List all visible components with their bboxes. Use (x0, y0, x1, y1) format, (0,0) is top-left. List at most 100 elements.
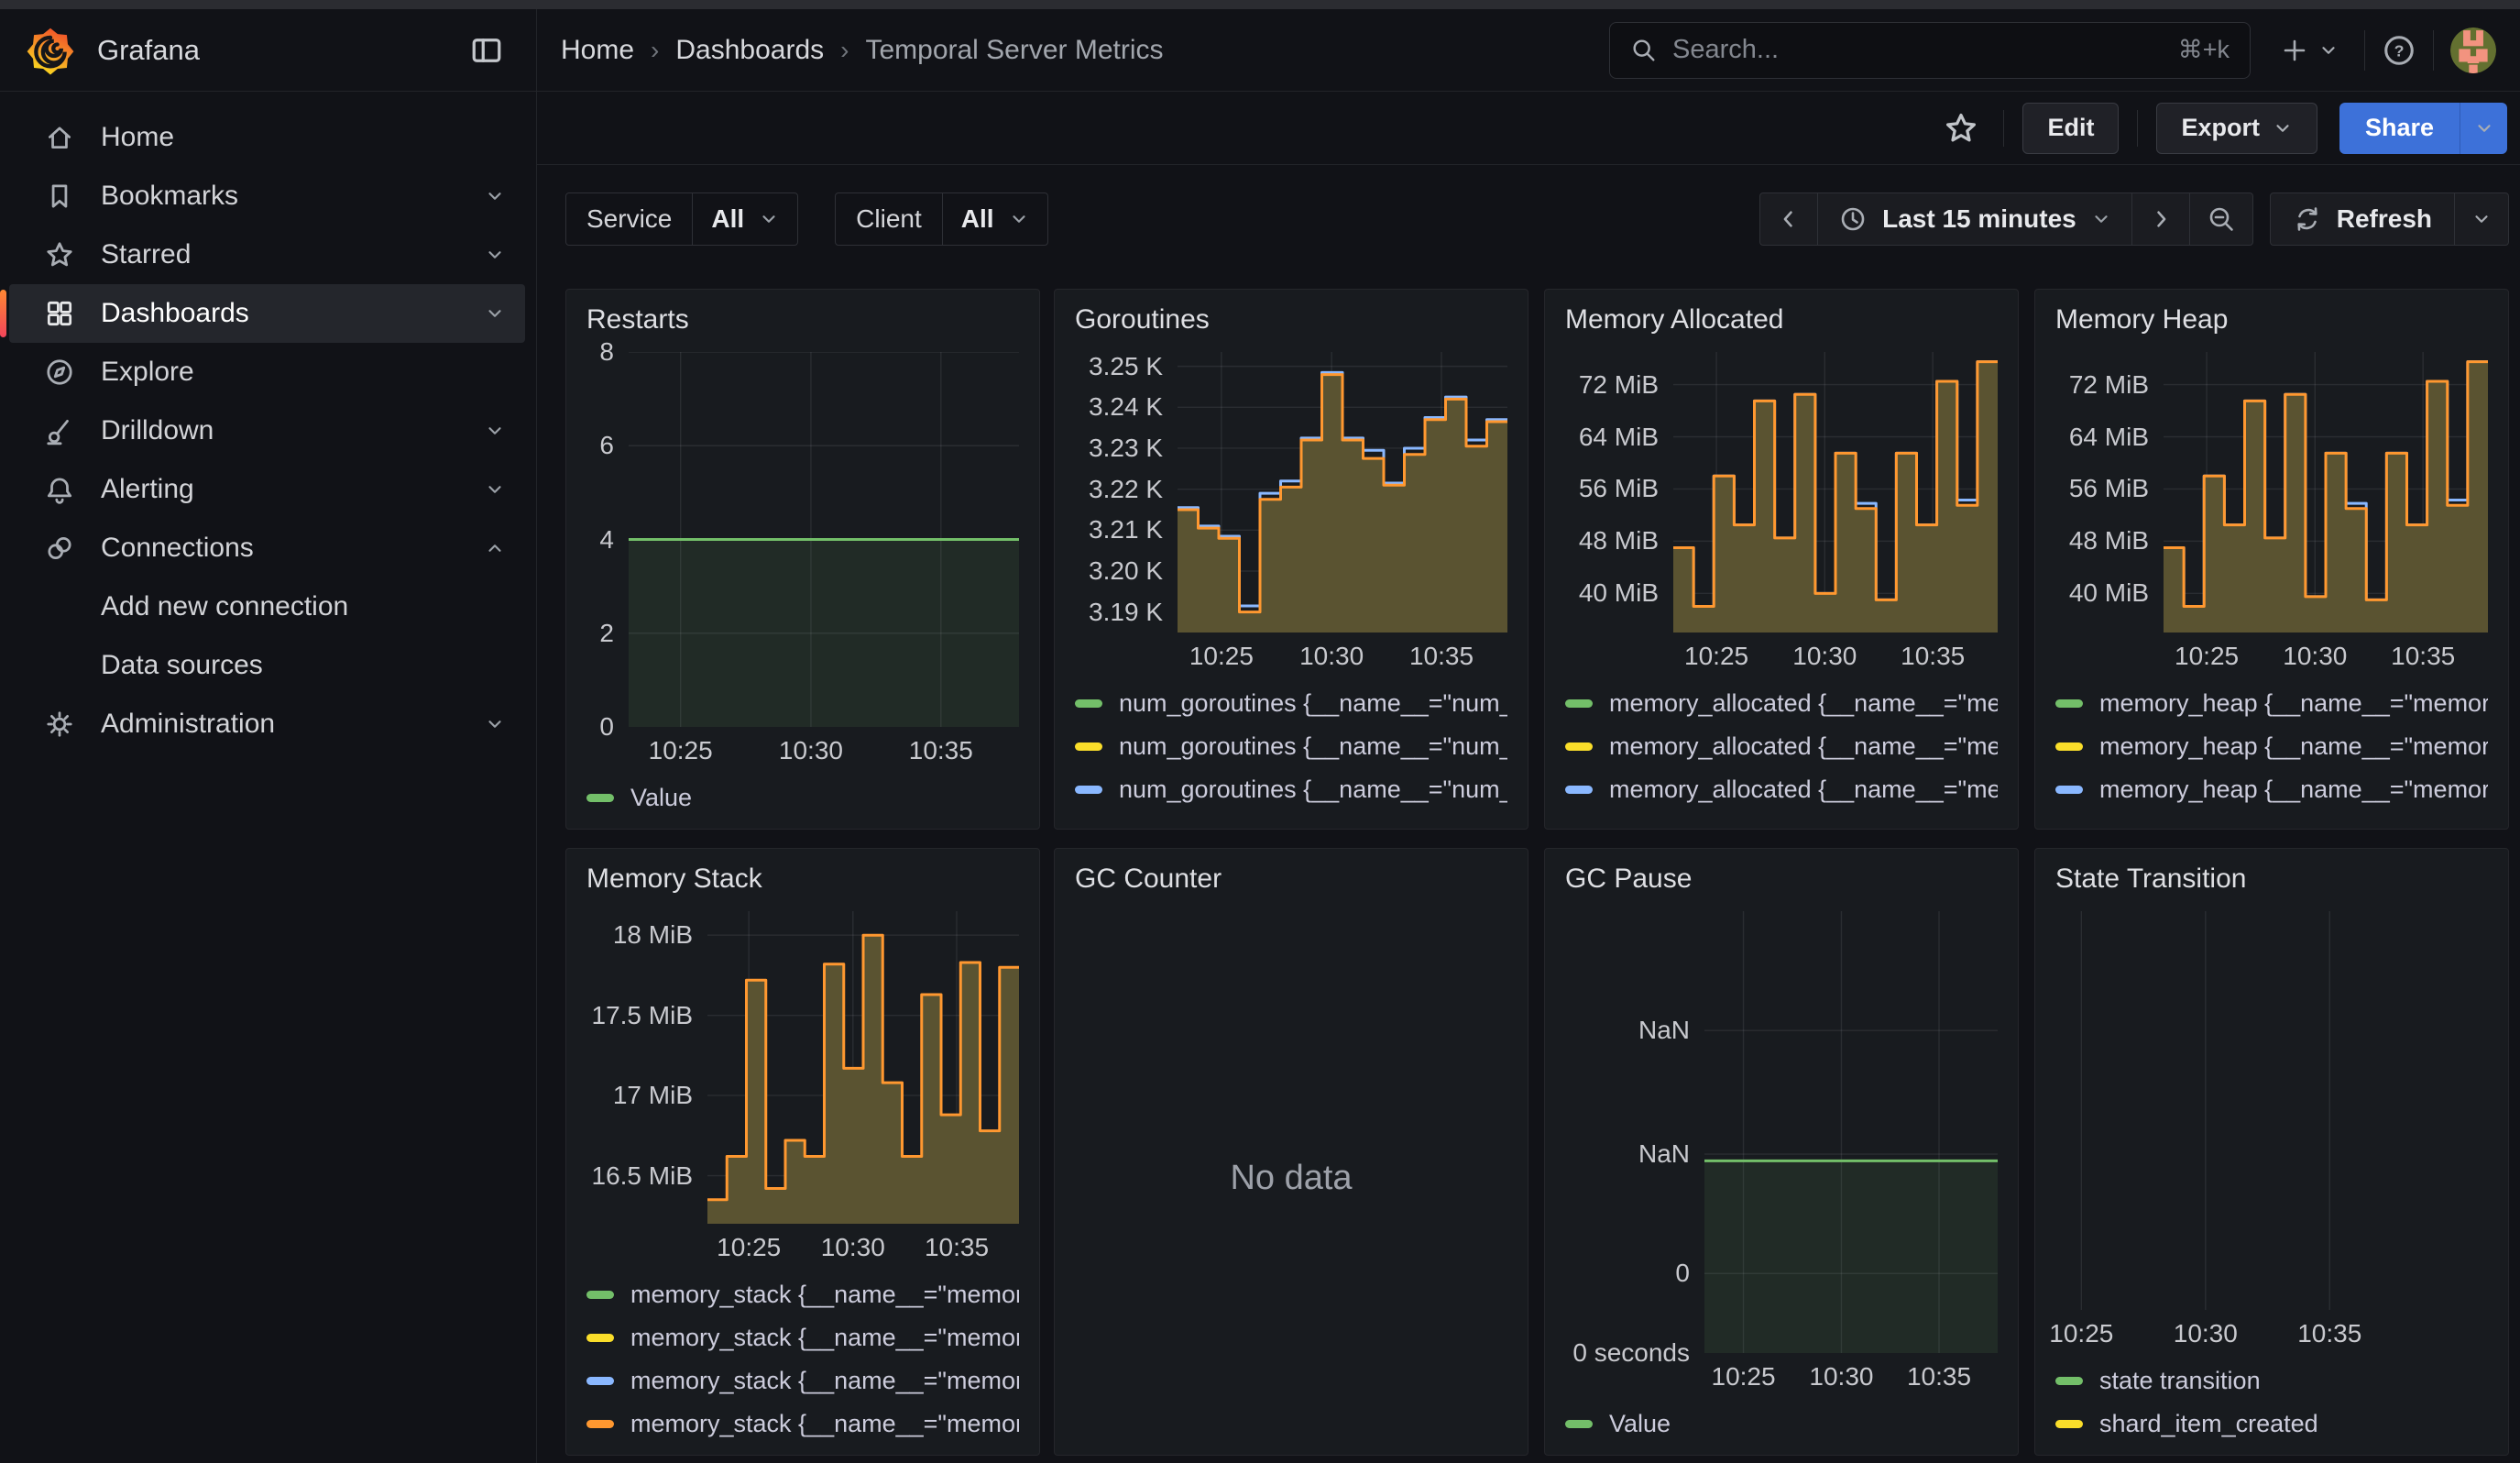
time-range-picker[interactable]: Last 15 minutes (1818, 193, 2132, 245)
plot-area[interactable] (1704, 911, 1998, 1353)
y-axis-tick-label: 72 MiB (1579, 370, 1659, 400)
y-axis-tick-label: 0 seconds (1572, 1338, 1690, 1368)
star-icon (44, 239, 75, 270)
time-shift-forward-button[interactable] (2132, 193, 2190, 245)
legend-item[interactable]: memory_heap {__name__="memory_h (2055, 725, 2488, 768)
legend: state transition shard_item_created (2055, 1352, 2488, 1446)
x-axis-tick-label: 10:35 (2391, 642, 2455, 671)
panel-title[interactable]: GC Pause (1565, 864, 1998, 911)
sidebar-item-alerting[interactable]: Alerting (9, 460, 525, 519)
client-filter-value[interactable]: All (943, 193, 1047, 245)
panel-gc-pause: GC PauseNaNNaN00 seconds10:2510:3010:35V… (1544, 848, 2019, 1456)
service-filter-value[interactable]: All (693, 193, 797, 245)
zoom-out-button[interactable] (2190, 193, 2252, 245)
sidebar-item-connections[interactable]: Connections (9, 519, 525, 578)
x-axis-tick-label: 10:35 (909, 736, 973, 765)
sidebar-item-drilldown[interactable]: Drilldown (9, 402, 525, 460)
new-button[interactable] (2271, 25, 2348, 76)
panel-title[interactable]: Memory Stack (586, 864, 1019, 911)
legend: num_goroutines {__name__="num_gonum_goro… (1075, 675, 1507, 820)
panel-title[interactable]: Memory Heap (2055, 304, 2488, 352)
legend-series-label: state transition (2099, 1367, 2261, 1395)
legend-item[interactable]: memory_heap {__name__="memory_h (2055, 768, 2488, 811)
search-input[interactable]: Search... ⌘+k (1609, 22, 2251, 79)
legend-item[interactable]: memory_heap {__name__="memory_h (2055, 811, 2488, 820)
panel-title[interactable]: Restarts (586, 304, 1019, 352)
legend-item[interactable]: memory_allocated {__name__="memo (1565, 811, 1998, 820)
chevron-down-icon (2474, 118, 2494, 138)
chevron-down-icon (1009, 209, 1029, 229)
y-axis-tick-label: 0 (599, 712, 614, 742)
plot-area[interactable] (2055, 911, 2488, 1310)
legend-series-label: memory_heap {__name__="memory_h (2099, 776, 2488, 804)
panel-title[interactable]: GC Counter (1075, 864, 1507, 911)
sidebar-item-add-new-connection[interactable]: Add new connection (9, 578, 525, 636)
share-button[interactable]: Share (2339, 103, 2460, 154)
legend-item[interactable]: num_goroutines {__name__="num_go (1075, 811, 1507, 820)
breadcrumb-dashboards[interactable]: Dashboards (675, 35, 824, 66)
breadcrumb-separator: › (840, 36, 849, 65)
sidebar-item-bookmarks[interactable]: Bookmarks (9, 167, 525, 226)
refresh-interval-button[interactable] (2455, 193, 2508, 245)
bookmark-icon (44, 181, 75, 212)
sidebar-collapse-icon[interactable] (463, 27, 510, 74)
legend: memory_allocated {__name__="memomemory_a… (1565, 675, 1998, 820)
panel-title[interactable]: Memory Allocated (1565, 304, 1998, 352)
sidebar-item-home[interactable]: Home (9, 108, 525, 167)
edit-button-label: Edit (2047, 114, 2094, 142)
legend-item[interactable]: Value (586, 776, 1019, 820)
favorite-star-icon[interactable] (1937, 104, 1985, 152)
sidebar-item-label: Home (101, 122, 174, 153)
plot-area[interactable] (1673, 352, 1998, 632)
sidebar-item-dashboards[interactable]: Dashboards (9, 284, 525, 343)
sidebar-item-label: Administration (101, 709, 275, 740)
active-accent-bar (0, 290, 6, 337)
legend-item[interactable]: memory_allocated {__name__="memo (1565, 768, 1998, 811)
x-axis-tick-label: 10:25 (1189, 642, 1254, 671)
legend-series-label: num_goroutines {__name__="num_go (1119, 776, 1507, 804)
export-button-label: Export (2181, 114, 2260, 142)
legend-item[interactable]: memory_allocated {__name__="memo (1565, 682, 1998, 725)
sidebar-item-data-sources[interactable]: Data sources (9, 636, 525, 695)
legend-item[interactable]: memory_stack {__name__="memory_s (586, 1402, 1019, 1446)
sidebar-item-starred[interactable]: Starred (9, 226, 525, 284)
panel-title[interactable]: Goroutines (1075, 304, 1507, 352)
plot-area[interactable] (629, 352, 1019, 727)
legend-item[interactable]: state transition (2055, 1359, 2488, 1402)
plot-area[interactable] (1178, 352, 1507, 632)
x-axis-tick-label: 10:25 (649, 736, 713, 765)
legend-item[interactable]: memory_stack {__name__="memory_s (586, 1359, 1019, 1402)
x-axis: 10:2510:3010:35 (2055, 1310, 2488, 1352)
x-axis: 10:2510:3010:35 (2164, 632, 2488, 675)
legend-item[interactable]: memory_allocated {__name__="memo (1565, 725, 1998, 768)
plot-area[interactable] (707, 911, 1019, 1224)
legend-item[interactable]: Value (1565, 1402, 1998, 1446)
legend-item[interactable]: memory_stack {__name__="memory_s (586, 1273, 1019, 1316)
apps-icon (44, 298, 75, 329)
legend-item[interactable]: num_goroutines {__name__="num_go (1075, 768, 1507, 811)
y-axis-tick-label: 3.20 K (1089, 556, 1163, 586)
y-axis-tick-label: 17.5 MiB (592, 1001, 694, 1030)
sidebar-item-administration[interactable]: Administration (9, 695, 525, 754)
edit-button[interactable]: Edit (2022, 103, 2119, 154)
avatar[interactable] (2450, 28, 2496, 73)
legend-item[interactable]: shard_item_created (2055, 1402, 2488, 1446)
panel-title[interactable]: State Transition (2055, 864, 2488, 911)
legend-item[interactable]: num_goroutines {__name__="num_go (1075, 682, 1507, 725)
export-button[interactable]: Export (2156, 103, 2317, 154)
legend-item[interactable]: memory_heap {__name__="memory_h (2055, 682, 2488, 725)
time-shift-back-button[interactable] (1760, 193, 1818, 245)
sidebar-item-explore[interactable]: Explore (9, 343, 525, 402)
x-axis-tick-label: 10:30 (1299, 642, 1364, 671)
breadcrumb-home[interactable]: Home (561, 35, 634, 66)
legend-item[interactable]: memory_stack {__name__="memory_s (586, 1316, 1019, 1359)
legend-series-label: Value (630, 784, 692, 812)
plot-area[interactable] (2164, 352, 2488, 632)
chevron-right-icon (2149, 207, 2173, 231)
refresh-button[interactable]: Refresh (2271, 193, 2455, 245)
help-button[interactable]: ? (2382, 25, 2416, 76)
share-dropdown-button[interactable] (2460, 103, 2507, 154)
x-axis-tick-label: 10:35 (2297, 1319, 2361, 1348)
legend: Value (1565, 1395, 1998, 1446)
legend-item[interactable]: num_goroutines {__name__="num_go (1075, 725, 1507, 768)
